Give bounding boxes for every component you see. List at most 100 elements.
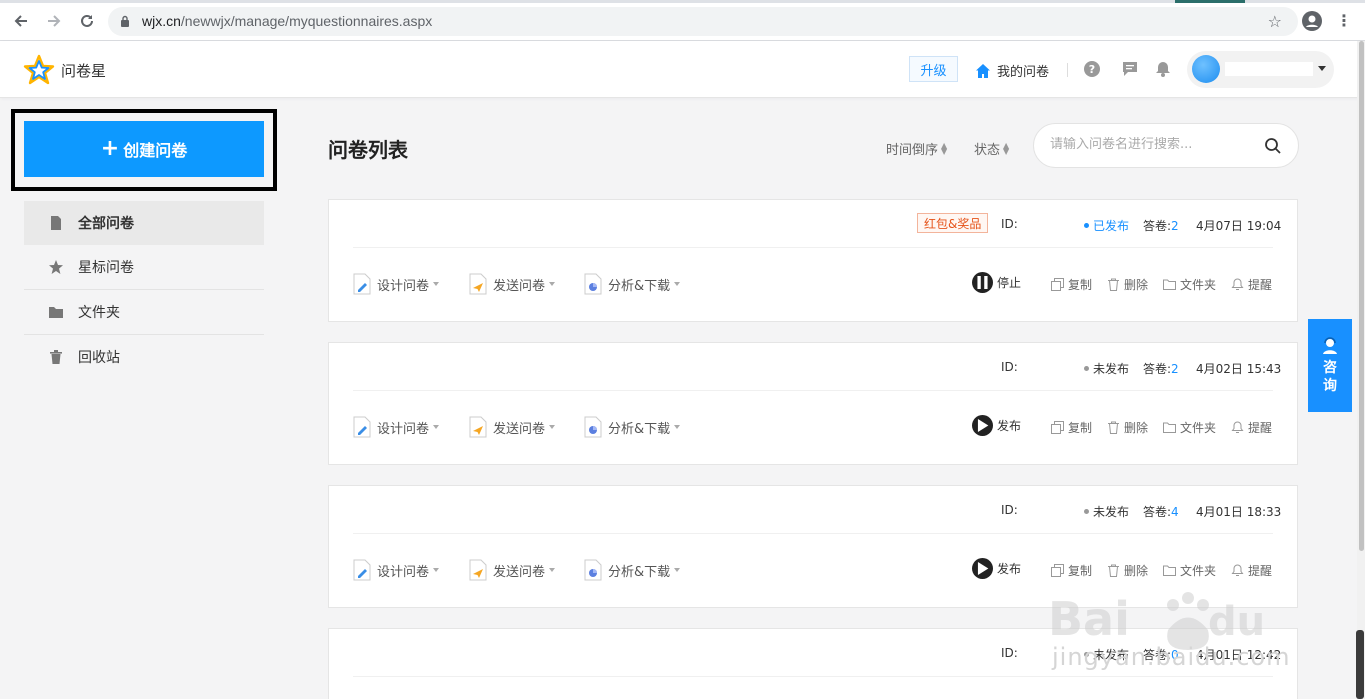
questionnaire-id: ID: xyxy=(1001,646,1018,660)
send-questionnaire-button[interactable]: 发送问卷 xyxy=(469,416,556,438)
my-questionnaires-link[interactable]: 我的问卷 xyxy=(975,61,1049,80)
copy-icon xyxy=(1051,278,1064,291)
design-questionnaire-button[interactable]: 设计问卷 xyxy=(353,273,440,295)
scrollbar-thumb-dark[interactable] xyxy=(1356,630,1364,699)
copy-icon xyxy=(1051,421,1064,434)
questionnaire-title-redacted[interactable] xyxy=(353,228,463,238)
forward-icon[interactable] xyxy=(43,10,65,32)
address-bar[interactable]: wjx.cn/newwjx/manage/myquestionnaires.as… xyxy=(108,7,1298,36)
browser-chrome: wjx.cn/newwjx/manage/myquestionnaires.as… xyxy=(0,0,1365,41)
move-to-folder-button[interactable]: 文件夹 xyxy=(1163,276,1216,293)
answer-count[interactable]: 答卷:2 xyxy=(1143,217,1179,234)
design-questionnaire-button[interactable]: 设计问卷 xyxy=(353,416,440,438)
design-questionnaire-button[interactable]: 设计问卷 xyxy=(353,559,440,581)
sort-arrows-icon: ▲ ▼ xyxy=(1003,140,1010,156)
created-date: 4月02日 15:43 xyxy=(1196,362,1282,376)
plus-icon: + xyxy=(100,135,120,161)
star-logo-icon[interactable] xyxy=(23,54,55,86)
remind-button[interactable]: 提醒 xyxy=(1231,419,1272,436)
questionnaire-id: ID: xyxy=(1001,503,1018,517)
folder-icon xyxy=(1163,422,1176,433)
filter-by-status[interactable]: 状态 ▲ ▼ xyxy=(974,139,1009,158)
answer-count[interactable]: 答卷:4 xyxy=(1143,503,1179,520)
chevron-down-icon xyxy=(549,568,556,572)
send-doc-icon xyxy=(469,559,487,581)
sort-by-time[interactable]: 时间倒序 ▲ ▼ xyxy=(886,139,947,158)
remind-button[interactable]: 提醒 xyxy=(1231,276,1272,293)
questionnaire-title-redacted[interactable] xyxy=(353,371,523,381)
kebab-menu-icon[interactable]: ⋮ xyxy=(1336,11,1352,30)
help-icon[interactable]: ? xyxy=(1083,60,1101,78)
chevron-down-icon xyxy=(674,425,681,429)
logo-text[interactable]: 问卷星 xyxy=(61,60,106,81)
bell-icon xyxy=(1231,564,1244,576)
analyze-download-button[interactable]: 分析&下载 xyxy=(584,273,681,295)
created-date: 4月07日 19:04 xyxy=(1196,219,1282,233)
consult-button[interactable]: 咨 询 xyxy=(1308,319,1352,412)
remind-button[interactable]: 提醒 xyxy=(1231,562,1272,579)
chevron-down-icon xyxy=(1318,66,1326,71)
bell-icon[interactable] xyxy=(1154,60,1172,78)
design-doc-icon xyxy=(353,559,371,581)
trash-icon xyxy=(1108,564,1119,577)
answer-count[interactable]: 答卷:2 xyxy=(1143,360,1179,377)
search-icon[interactable] xyxy=(1264,137,1282,155)
search-input[interactable] xyxy=(1050,137,1250,152)
sidebar-item-all[interactable]: 全部问卷 xyxy=(24,201,264,245)
chevron-down-icon xyxy=(433,282,440,286)
copy-button[interactable]: 复制 xyxy=(1051,562,1092,579)
create-questionnaire-button[interactable]: + 创建问卷 xyxy=(24,121,264,177)
star-icon xyxy=(49,260,63,274)
sidebar-item-starred[interactable]: 星标问卷 xyxy=(24,245,264,289)
delete-button[interactable]: 删除 xyxy=(1107,419,1148,436)
home-icon xyxy=(976,63,990,78)
chevron-down-icon xyxy=(433,425,440,429)
message-icon[interactable] xyxy=(1121,60,1139,78)
move-to-folder-button[interactable]: 文件夹 xyxy=(1163,419,1216,436)
delete-button[interactable]: 删除 xyxy=(1107,276,1148,293)
folder-icon xyxy=(49,307,63,318)
bell-icon xyxy=(1231,278,1244,290)
reload-icon[interactable] xyxy=(76,10,98,32)
stop-button[interactable]: 停止 xyxy=(972,272,1021,293)
scrollbar-thumb[interactable] xyxy=(1359,41,1364,551)
customer-service-icon xyxy=(1323,337,1337,354)
app-header: 问卷星 升级 我的问卷 ? xyxy=(0,41,1365,98)
publish-button[interactable]: 发布 xyxy=(972,558,1021,579)
send-doc-icon xyxy=(469,416,487,438)
url-text: wjx.cn/newwjx/manage/myquestionnaires.as… xyxy=(142,13,433,29)
analyze-doc-icon xyxy=(584,416,602,438)
upgrade-button[interactable]: 升级 xyxy=(909,56,958,82)
bookmark-star-icon[interactable]: ☆ xyxy=(1268,12,1282,31)
delete-button[interactable]: 删除 xyxy=(1107,562,1148,579)
chevron-down-icon xyxy=(549,282,556,286)
publish-button[interactable]: 发布 xyxy=(972,415,1021,436)
user-menu[interactable] xyxy=(1187,51,1334,88)
back-icon[interactable] xyxy=(10,10,32,32)
move-to-folder-button[interactable]: 文件夹 xyxy=(1163,562,1216,579)
send-questionnaire-button[interactable]: 发送问卷 xyxy=(469,559,556,581)
design-doc-icon xyxy=(353,416,371,438)
analyze-download-button[interactable]: 分析&下载 xyxy=(584,416,681,438)
pause-icon xyxy=(972,272,993,293)
questionnaire-title-redacted[interactable] xyxy=(353,514,498,524)
copy-button[interactable]: 复制 xyxy=(1051,419,1092,436)
chevron-down-icon xyxy=(674,568,681,572)
chevron-down-icon xyxy=(549,425,556,429)
questionnaire-card: ID: 未发布 答卷:4 4月01日 18:33 设计问卷 发送问卷 分析&下载 发布 复制 删除… xyxy=(328,485,1298,608)
analyze-download-button[interactable]: 分析&下载 xyxy=(584,559,681,581)
play-icon xyxy=(972,558,993,579)
trash-icon xyxy=(1108,421,1119,434)
svg-text:?: ? xyxy=(1089,63,1095,76)
sidebar-item-trash[interactable]: 回收站 xyxy=(24,335,264,379)
profile-icon[interactable] xyxy=(1302,11,1322,31)
copy-icon xyxy=(1051,564,1064,577)
user-name-redacted xyxy=(1225,62,1313,76)
sidebar-item-folder[interactable]: 文件夹 xyxy=(24,290,264,334)
folder-icon xyxy=(1163,279,1176,290)
copy-button[interactable]: 复制 xyxy=(1051,276,1092,293)
send-questionnaire-button[interactable]: 发送问卷 xyxy=(469,273,556,295)
status-badge: 未发布 xyxy=(1084,360,1129,377)
search-box xyxy=(1033,123,1299,168)
status-badge: 已发布 xyxy=(1084,217,1129,234)
